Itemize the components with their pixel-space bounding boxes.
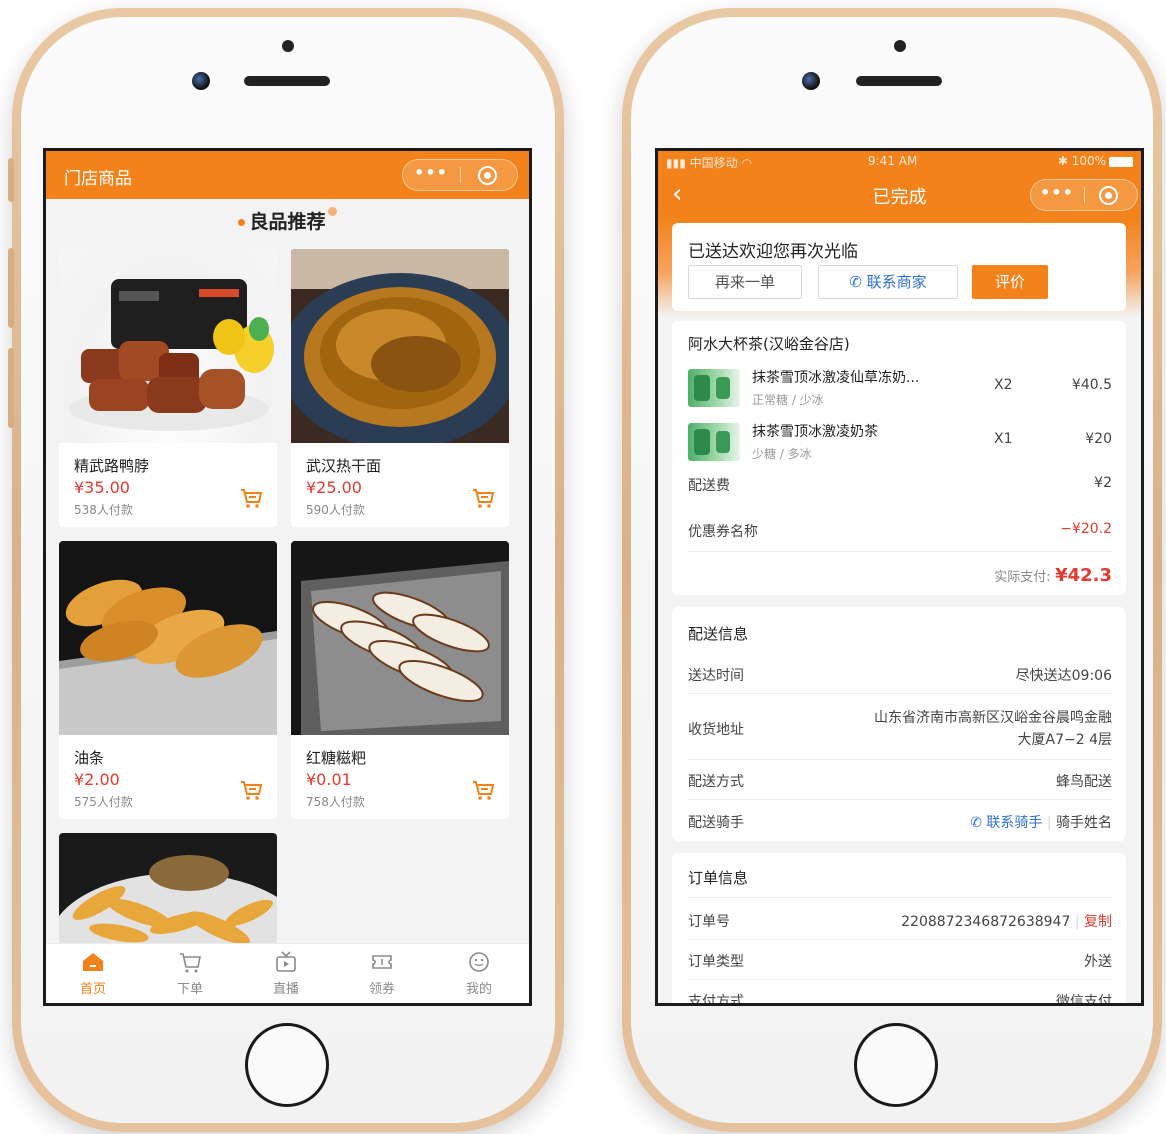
close-target-icon[interactable] [478,166,497,185]
product-sales: 538人付款 [74,503,133,517]
more-icon[interactable]: ••• [1031,180,1083,210]
home-icon [83,953,103,971]
product-price: ¥35.00 [74,478,130,497]
copy-button[interactable]: 复制 [1084,914,1112,930]
earpiece-speaker [244,76,330,86]
product-image [59,541,277,735]
item-spec: 少糖 / 多冰 [752,447,812,461]
carrier-label: ▮▮▮ 中国移动 ◠ [666,156,752,170]
item-thumbnail [688,423,740,461]
tab-home[interactable]: 首页 [63,950,123,997]
address-row: 收货地址 山东省济南市高新区汉峪金谷晨鸣金融 大厦A7−2 4层 [688,710,1112,748]
front-camera-lens [802,72,820,90]
tab-live[interactable]: 直播 [256,950,316,997]
status-bar: ▮▮▮ 中国移动 ◠ 9:41 AM ✱ 100% [658,151,1141,173]
product-card[interactable]: 红糖糍粑 ¥0.01 758人付款 [291,541,509,819]
item-spec: 正常糖 / 少冰 [752,393,824,407]
add-to-cart-icon[interactable] [471,487,495,509]
order-info-card: 订单信息 订单号 2208872346872638947 | 复制 订单类型 外… [672,853,1126,1003]
cart-icon [180,953,201,973]
product-name: 武汉热干面 [306,457,382,475]
rider-name: 骑手姓名 [1056,815,1112,831]
delivery-info-card: 配送信息 送达时间 尽快送达09:06 收货地址 山东省济南市高新区汉峪金谷晨鸣… [672,607,1126,841]
front-camera-dot [282,40,294,52]
actual-paid-value: ¥42.3 [1055,565,1112,586]
contact-merchant-button[interactable]: ✆ 联系商家 [818,265,958,299]
product-sales: 758人付款 [306,795,365,809]
review-button[interactable]: 评价 [972,265,1048,299]
item-qty: X1 [994,431,1013,447]
product-name: 油条 [74,749,105,767]
add-to-cart-icon[interactable] [239,487,263,509]
reorder-button[interactable]: 再来一单 [688,265,802,299]
add-to-cart-icon[interactable] [239,779,263,801]
bottom-tab-bar: 首页 下单 直播 领券 我的 [46,943,529,1003]
item-thumbnail [688,369,740,407]
shop-name: 阿水大杯茶(汉峪金谷店) [688,335,850,353]
page-title: 门店商品 [64,169,132,189]
order-number: 2208872346872638947 [901,914,1071,930]
product-image [291,541,509,735]
phone-icon: ✆ [970,815,982,831]
phone-icon: ✆ [849,273,862,291]
tab-order[interactable]: 下单 [160,950,220,997]
product-image [291,249,509,443]
order-summary-card: 阿水大杯茶(汉峪金谷店) 抹茶雪顶冰激凌仙草冻奶... 正常糖 / 少冰 X2 … [672,321,1126,595]
product-price: ¥25.00 [306,478,362,497]
profile-icon [469,952,489,972]
tab-profile[interactable]: 我的 [449,950,509,997]
coupon-icon [372,955,392,969]
decor-dot-icon [238,219,246,226]
more-icon[interactable]: ••• [403,160,459,190]
delivered-card: 已送达欢迎您再次光临 再来一单 ✆ 联系商家 评价 [672,223,1126,311]
item-price: ¥40.5 [1071,377,1112,393]
product-card[interactable]: 武汉热干面 ¥25.00 590人付款 [291,249,509,527]
section-title: 良品推荐 [46,207,529,234]
product-name: 红糖糍粑 [306,749,367,767]
product-image [59,249,277,443]
clock: 9:41 AM [868,154,918,168]
home-button[interactable] [854,1023,938,1107]
tab-coupon[interactable]: 领券 [352,950,412,997]
item-price: ¥20 [1085,431,1112,447]
front-camera-dot [894,40,906,52]
nav-header: ‹ 已完成 ••• [658,173,1141,217]
delivered-title: 已送达欢迎您再次光临 [688,242,858,262]
close-target-icon[interactable] [1099,186,1118,205]
battery-icon [1109,156,1133,167]
order-item: 抹茶雪顶冰激凌仙草冻奶... 正常糖 / 少冰 X2 ¥40.5 [688,365,1112,413]
earpiece-speaker [856,76,942,86]
item-name: 抹茶雪顶冰激凌仙草冻奶... [752,370,920,386]
product-name: 精武路鸭脖 [74,457,150,475]
add-to-cart-icon[interactable] [471,779,495,801]
right-screen: ▮▮▮ 中国移动 ◠ 9:41 AM ✱ 100% ‹ 已完成 ••• 已送达欢… [655,148,1144,1006]
product-sales: 590人付款 [306,503,365,517]
product-price: ¥0.01 [306,770,352,789]
product-price: ¥2.00 [74,770,120,789]
contact-rider-button[interactable]: ✆ 联系骑手 [970,815,1042,831]
product-card[interactable]: 油条 ¥2.00 575人付款 [59,541,277,819]
order-item: 抹茶雪顶冰激凌奶茶 少糖 / 多冰 X1 ¥20 [688,419,1112,467]
home-button[interactable] [245,1023,329,1107]
battery-indicator: ✱ 100% [1058,154,1133,168]
decor-dot-icon [327,207,337,216]
live-tv-icon [276,951,296,972]
order-info-title: 订单信息 [688,869,749,887]
left-screen: 门店商品 ••• 良品推荐 精武路鸭脖 ¥35.00 538人付款 武汉热干面 … [43,148,532,1006]
item-qty: X2 [994,377,1013,393]
product-card[interactable]: 精武路鸭脖 ¥35.00 538人付款 [59,249,277,527]
mini-program-capsule: ••• [402,159,518,191]
delivery-info-title: 配送信息 [688,625,749,643]
item-name: 抹茶雪顶冰激凌奶茶 [752,424,878,440]
front-camera-lens [192,72,210,90]
product-sales: 575人付款 [74,795,133,809]
mini-program-capsule: ••• [1030,179,1138,211]
mini-program-header: 门店商品 ••• [46,151,529,199]
